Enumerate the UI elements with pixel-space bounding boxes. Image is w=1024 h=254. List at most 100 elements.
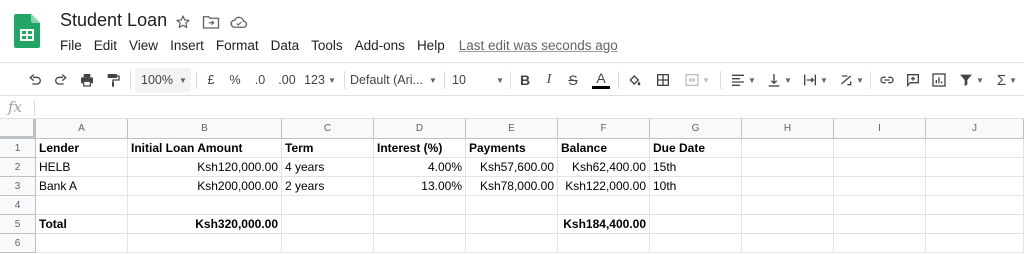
move-folder-icon[interactable] (201, 12, 221, 32)
cell-i1[interactable] (834, 139, 926, 158)
insert-comment-icon[interactable] (902, 63, 924, 97)
menu-format[interactable]: Format (216, 38, 259, 53)
italic-button[interactable]: I (540, 63, 558, 97)
cell-g5[interactable] (650, 215, 742, 234)
insert-chart-icon[interactable] (928, 63, 950, 97)
column-header-e[interactable]: E (466, 119, 558, 139)
cell-h5[interactable] (742, 215, 834, 234)
more-formats-button[interactable]: 123 ▼ (302, 63, 338, 97)
percent-format-button[interactable]: % (226, 63, 244, 97)
cell-a2[interactable]: HELB (36, 158, 128, 177)
align-left-button[interactable]: ▼ (728, 63, 758, 97)
cell-e2[interactable]: Ksh57,600.00 (466, 158, 558, 177)
menu-tools[interactable]: Tools (311, 38, 343, 53)
insert-link-icon[interactable] (876, 63, 898, 97)
currency-format-button[interactable]: £ (202, 63, 220, 97)
font-size-select[interactable]: 10 ▼ (452, 63, 504, 97)
cell-b6[interactable] (128, 234, 282, 253)
cell-j3[interactable] (926, 177, 1024, 196)
cell-j6[interactable] (926, 234, 1024, 253)
cell-d4[interactable] (374, 196, 466, 215)
cell-d6[interactable] (374, 234, 466, 253)
zoom-select[interactable]: 100% ▼ (135, 68, 191, 92)
paint-format-icon[interactable] (102, 63, 124, 97)
cell-i6[interactable] (834, 234, 926, 253)
cell-f6[interactable] (558, 234, 650, 253)
cell-c5[interactable] (282, 215, 374, 234)
cell-c3[interactable]: 2 years (282, 177, 374, 196)
cell-b1[interactable]: Initial Loan Amount (128, 139, 282, 158)
filter-button[interactable]: ▼ (956, 63, 986, 97)
cloud-status-icon[interactable] (229, 12, 249, 32)
cell-a1[interactable]: Lender (36, 139, 128, 158)
cell-a4[interactable] (36, 196, 128, 215)
cell-f3[interactable]: Ksh122,000.00 (558, 177, 650, 196)
cell-h6[interactable] (742, 234, 834, 253)
column-header-c[interactable]: C (282, 119, 374, 139)
cell-d3[interactable]: 13.00% (374, 177, 466, 196)
redo-icon[interactable] (50, 63, 72, 97)
menu-view[interactable]: View (129, 38, 158, 53)
cell-i5[interactable] (834, 215, 926, 234)
star-icon[interactable] (173, 12, 193, 32)
vertical-align-button[interactable]: ▼ (764, 63, 794, 97)
text-color-button[interactable]: A (590, 63, 612, 97)
cell-i2[interactable] (834, 158, 926, 177)
column-header-g[interactable]: G (650, 119, 742, 139)
cell-g2[interactable]: 15th (650, 158, 742, 177)
last-edit-link[interactable]: Last edit was seconds ago (459, 38, 618, 53)
row-header-1[interactable]: 1 (0, 139, 36, 158)
cell-c1[interactable]: Term (282, 139, 374, 158)
column-header-i[interactable]: I (834, 119, 926, 139)
cell-f4[interactable] (558, 196, 650, 215)
cell-h3[interactable] (742, 177, 834, 196)
cell-j4[interactable] (926, 196, 1024, 215)
cell-f2[interactable]: Ksh62,400.00 (558, 158, 650, 177)
text-rotation-button[interactable]: ▼ (836, 63, 866, 97)
cell-e6[interactable] (466, 234, 558, 253)
column-header-a[interactable]: A (36, 119, 128, 139)
text-wrap-button[interactable]: ▼ (800, 63, 830, 97)
menu-file[interactable]: File (60, 38, 82, 53)
cell-j5[interactable] (926, 215, 1024, 234)
borders-icon[interactable] (652, 63, 674, 97)
cell-j1[interactable] (926, 139, 1024, 158)
row-header-5[interactable]: 5 (0, 215, 36, 234)
merge-cells-button[interactable]: ▼ (680, 63, 714, 97)
cell-d1[interactable]: Interest (%) (374, 139, 466, 158)
functions-button[interactable]: Σ ▼ (992, 63, 1022, 97)
font-family-select[interactable]: Default (Ari... ▼ (350, 63, 440, 97)
cell-e3[interactable]: Ksh78,000.00 (466, 177, 558, 196)
cell-a3[interactable]: Bank A (36, 177, 128, 196)
cell-j2[interactable] (926, 158, 1024, 177)
print-icon[interactable] (76, 63, 98, 97)
menu-edit[interactable]: Edit (94, 38, 117, 53)
cell-c4[interactable] (282, 196, 374, 215)
cell-i4[interactable] (834, 196, 926, 215)
row-header-6[interactable]: 6 (0, 234, 36, 253)
row-header-3[interactable]: 3 (0, 177, 36, 196)
cell-d2[interactable]: 4.00% (374, 158, 466, 177)
column-header-h[interactable]: H (742, 119, 834, 139)
cell-g3[interactable]: 10th (650, 177, 742, 196)
cell-a6[interactable] (36, 234, 128, 253)
column-header-d[interactable]: D (374, 119, 466, 139)
decrease-decimal-button[interactable]: .0 (250, 63, 270, 97)
select-all-corner[interactable] (0, 119, 36, 139)
cell-h1[interactable] (742, 139, 834, 158)
menu-data[interactable]: Data (271, 38, 300, 53)
cell-c2[interactable]: 4 years (282, 158, 374, 177)
menu-help[interactable]: Help (417, 38, 445, 53)
cell-c6[interactable] (282, 234, 374, 253)
strikethrough-button[interactable]: S (564, 63, 582, 97)
column-header-f[interactable]: F (558, 119, 650, 139)
bold-button[interactable]: B (516, 63, 534, 97)
cell-b4[interactable] (128, 196, 282, 215)
menu-insert[interactable]: Insert (170, 38, 204, 53)
row-header-4[interactable]: 4 (0, 196, 36, 215)
fill-color-icon[interactable] (624, 63, 646, 97)
increase-decimal-button[interactable]: .00 (276, 63, 298, 97)
undo-icon[interactable] (24, 63, 46, 97)
cell-a5[interactable]: Total (36, 215, 128, 234)
menu-addons[interactable]: Add-ons (355, 38, 405, 53)
